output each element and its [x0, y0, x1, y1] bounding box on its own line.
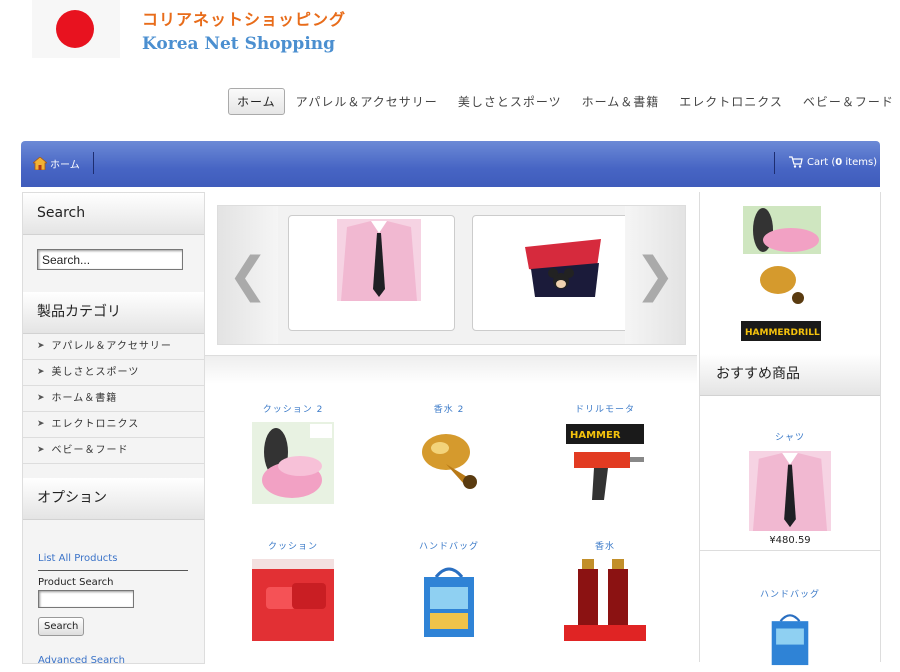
product-name[interactable]: クッション [233, 539, 353, 553]
category-label: 美しさとスポーツ [51, 367, 140, 378]
separator [93, 152, 94, 174]
chevron-right-icon: ➤ [37, 445, 46, 455]
handbag-image[interactable] [408, 559, 490, 641]
left-sidebar: Search 製品カテゴリ ➤ アパレル＆アクセサリー ➤ 美しさとスポーツ ➤ ホー… [22, 192, 205, 667]
perfume-thumbnail[interactable] [752, 260, 812, 310]
category-label: ベビー＆フード [51, 445, 129, 456]
product-card[interactable]: ハンドバッグ [389, 539, 509, 641]
nav-baby-food[interactable]: ベビー＆フード [794, 88, 900, 115]
divider [38, 570, 188, 571]
category-item[interactable]: ➤ エレクトロニクス [23, 412, 204, 438]
svg-text:HAMMER: HAMMER [570, 430, 621, 441]
product-card[interactable]: クッション [233, 539, 353, 641]
options-box-title: オプション [23, 478, 204, 520]
product-name[interactable]: ハンドバッグ [389, 539, 509, 553]
red-cushion-image[interactable] [252, 559, 334, 641]
chevron-right-icon: ➤ [37, 419, 46, 429]
main-content: ❮ ❯ クッション 2 香水 2 ドリルモータ HAMMER クッション ハンド… [205, 192, 697, 662]
handbag-image[interactable] [760, 608, 820, 668]
drill-image[interactable]: HAMMER [564, 422, 646, 504]
search-input[interactable] [37, 249, 183, 270]
cart-link[interactable]: Cart (0 items) [789, 156, 877, 168]
category-item[interactable]: ➤ 美しさとスポーツ [23, 360, 204, 386]
product-card[interactable]: 香水 2 [389, 402, 509, 504]
nav-home-books[interactable]: ホーム＆書籍 [573, 88, 669, 115]
featured-product[interactable]: シャツ ¥480.59 [700, 430, 880, 546]
featured-product-name[interactable]: シャツ [700, 430, 880, 443]
carousel-slide[interactable] [288, 215, 455, 331]
category-item[interactable]: ➤ ホーム＆書籍 [23, 386, 204, 412]
chevron-right-icon: ➤ [37, 341, 46, 351]
recommended-title: おすすめ商品 [700, 354, 880, 396]
underwear-image [521, 219, 605, 301]
category-box-title: 製品カテゴリ [23, 292, 204, 334]
carousel-prev-button[interactable]: ❮ [218, 206, 278, 344]
category-item[interactable]: ➤ アパレル＆アクセサリー [23, 334, 204, 360]
site-logo[interactable] [32, 0, 120, 58]
site-name-en[interactable]: Korea Net Shopping [142, 34, 335, 54]
chevron-right-icon: ➤ [37, 367, 46, 377]
nav-beauty-sports[interactable]: 美しさとスポーツ [449, 88, 571, 115]
breadcrumb-home[interactable]: ホーム [33, 156, 80, 171]
cart-suffix: items) [842, 156, 878, 168]
home-icon [33, 157, 47, 170]
list-all-products-link[interactable]: List All Products [38, 553, 117, 564]
breadcrumb-bar: ホーム Cart (0 items) [21, 141, 880, 187]
breadcrumb-home-label: ホーム [50, 160, 80, 171]
top-navigation: ホーム アパレル＆アクセサリー 美しさとスポーツ ホーム＆書籍 エレクトロニクス… [228, 88, 900, 115]
cart-icon [789, 156, 803, 168]
drill-thumbnail[interactable]: HAMMERDRILL [741, 321, 821, 341]
product-name[interactable]: ドリルモータ [545, 402, 665, 416]
category-label: エレクトロニクス [51, 419, 140, 430]
carousel-slide[interactable] [472, 215, 639, 331]
right-sidebar: HAMMERDRILL おすすめ商品 シャツ ¥480.59 ハンドバッグ [699, 192, 881, 666]
chevron-right-icon: ➤ [37, 393, 46, 403]
advanced-search-link[interactable]: Advanced Search [38, 655, 125, 666]
cushion-image[interactable] [252, 422, 334, 504]
chevron-left-icon: ❮ [227, 247, 269, 303]
product-name[interactable]: 香水 2 [389, 402, 509, 416]
product-carousel: ❮ ❯ [217, 205, 686, 345]
product-card[interactable]: ドリルモータ HAMMER [545, 402, 665, 504]
cushion-thumbnail[interactable] [743, 206, 821, 254]
chevron-right-icon: ❯ [634, 247, 676, 303]
category-label: ホーム＆書籍 [51, 393, 118, 404]
category-item[interactable]: ➤ ベビー＆フード [23, 438, 204, 464]
featured-product[interactable]: ハンドバッグ [700, 587, 880, 672]
product-name[interactable]: クッション 2 [233, 402, 353, 416]
product-search-button[interactable]: Search [38, 617, 85, 636]
search-box-title: Search [23, 193, 204, 235]
divider [700, 550, 880, 551]
shirt-image[interactable] [749, 451, 831, 531]
perfume-box-image[interactable] [564, 559, 646, 641]
category-list: ➤ アパレル＆アクセサリー ➤ 美しさとスポーツ ➤ ホーム＆書籍 ➤ エレクトロニクス… [23, 334, 204, 464]
product-search-label: Product Search [38, 577, 114, 588]
thumbnail-list: HAMMERDRILL [700, 192, 880, 354]
options-panel: List All Products Product Search Search … [23, 520, 204, 667]
carousel-next-button[interactable]: ❯ [625, 206, 685, 344]
featured-product-price: ¥480.59 [769, 535, 811, 546]
nav-apparel[interactable]: アパレル＆アクセサリー [287, 88, 447, 115]
japan-flag-icon [56, 10, 94, 48]
perfume-image[interactable] [408, 422, 490, 504]
svg-text:HAMMERDRILL: HAMMERDRILL [745, 328, 820, 338]
section-divider [205, 355, 697, 384]
category-label: アパレル＆アクセサリー [51, 341, 172, 352]
featured-product-name[interactable]: ハンドバッグ [700, 587, 880, 600]
product-name[interactable]: 香水 [545, 539, 665, 553]
product-search-input[interactable] [38, 590, 134, 608]
nav-home[interactable]: ホーム [228, 88, 285, 115]
separator [774, 152, 775, 174]
nav-electronics[interactable]: エレクトロニクス [670, 88, 792, 115]
shirt-image [337, 219, 421, 301]
site-name-jp[interactable]: コリアネットショッピング [142, 6, 346, 30]
cart-prefix: Cart ( [807, 156, 836, 168]
product-card[interactable]: 香水 [545, 539, 665, 641]
product-card[interactable]: クッション 2 [233, 402, 353, 504]
cart-label: Cart (0 items) [807, 157, 877, 168]
